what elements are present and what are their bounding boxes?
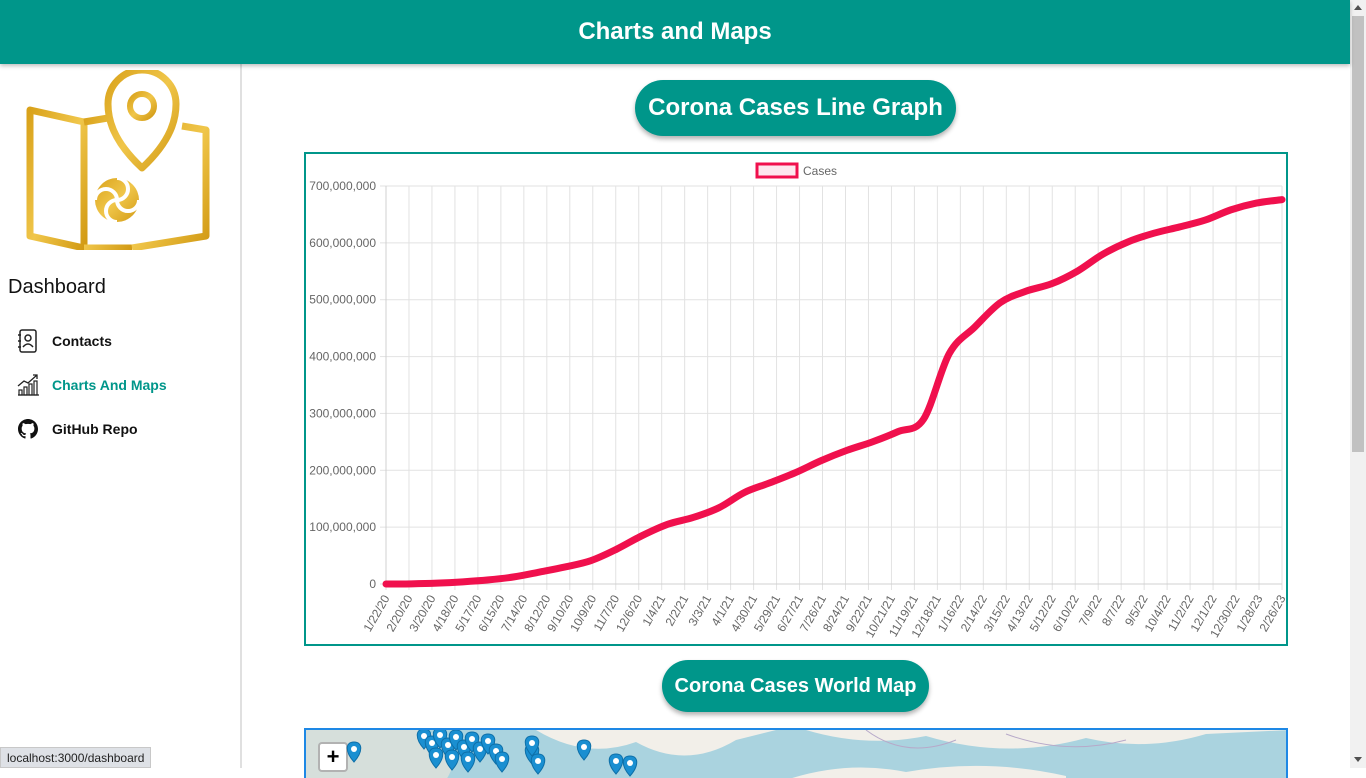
y-tick-label: 100,000,000 [309,520,376,534]
map-marker-dot [437,732,443,738]
map-marker-dot [445,742,451,748]
y-tick-label: 600,000,000 [309,236,376,250]
legend-label: Cases [803,164,837,178]
github-icon [16,417,40,441]
map-marker-dot [461,744,467,750]
y-tick-label: 0 [369,577,376,591]
map-marker-dot [627,760,633,766]
sidebar-item-label: Charts And Maps [52,377,167,393]
contacts-icon [16,329,40,353]
map-marker-dot [485,738,491,744]
sidebar-item-contacts[interactable]: Contacts [16,327,112,355]
page-scrollbar[interactable] [1350,0,1366,768]
map-marker-dot [449,754,455,760]
map-marker-dot [477,746,483,752]
scroll-up-icon[interactable] [1354,5,1362,10]
y-tick-label: 700,000,000 [309,179,376,193]
y-tick-label: 500,000,000 [309,293,376,307]
map-marker-dot [433,752,439,758]
map-markers [346,730,638,777]
scroll-down-icon[interactable] [1354,757,1362,762]
map-marker-dot [535,758,541,764]
line-graph-title: Corona Cases Line Graph [635,80,956,136]
sidebar-title: Dashboard [8,276,106,298]
map-marker-dot [499,756,505,762]
line-chart: 0 100,000,000 200,000,000 300,000,000 400,00… [304,152,1289,646]
map-marker-dot [613,758,619,764]
sidebar-item-charts-and-maps[interactable]: Charts And Maps [16,371,167,399]
map-marker-dot [429,740,435,746]
legend-swatch [755,162,799,179]
map-marker-dot [351,746,357,752]
app-header: Charts and Maps [0,0,1350,64]
map-title: Corona Cases World Map [662,660,929,712]
y-tick-label: 200,000,000 [309,463,376,477]
page-title: Charts and Maps [578,18,772,45]
map-marker-dot [469,736,475,742]
y-tick-label: 400,000,000 [309,350,376,364]
main-content: Corona Cases Line Graph 0 100,000,000 200,… [242,64,1350,778]
sidebar-item-github-repo[interactable]: GitHub Repo [16,415,138,443]
sidebar-item-label: Contacts [52,333,112,349]
sidebar: Dashboard Contacts Charts And Maps GitHu… [0,64,242,768]
chart-svg: 0 100,000,000 200,000,000 300,000,000 400,00… [309,162,1289,640]
map-marker-dot [581,744,587,750]
status-bar-url: localhost:3000/dashboard [0,747,152,768]
map-marker-dot [453,734,459,740]
sidebar-item-label: GitHub Repo [52,421,138,437]
world-map[interactable]: + [304,728,1288,778]
map-logo-icon [22,66,217,252]
y-tick-label: 300,000,000 [309,406,376,420]
series-line-cases [382,196,1286,588]
map-marker-dot [529,740,535,746]
map-marker-dot [465,756,471,762]
chart-line-icon [16,373,40,397]
scrollbar-thumb[interactable] [1352,16,1364,452]
